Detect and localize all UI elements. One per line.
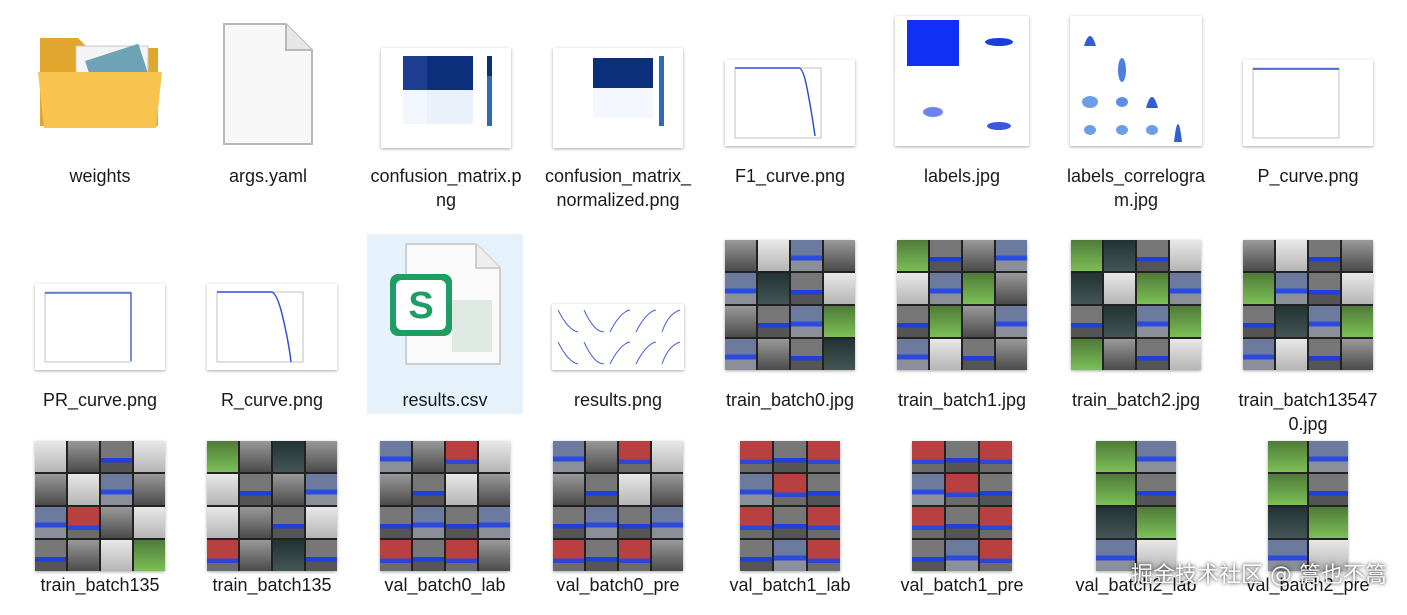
file-label: results.png: [573, 390, 663, 410]
file-label: train_batch135470.jpg: [1238, 390, 1378, 434]
file-label: train_batch135: [40, 575, 160, 595]
file-label: F1_curve.png: [734, 166, 846, 186]
svg-text:S: S: [408, 285, 433, 327]
file-label: confusion_matrix.png: [370, 166, 522, 210]
file-label: val_batch1_lab: [729, 575, 851, 595]
file-label: results.csv: [402, 390, 488, 410]
train-batch135-b-thumbnail: [207, 441, 337, 571]
val-batch0-pre-thumbnail: [553, 441, 683, 571]
file-label: val_batch0_lab: [384, 575, 506, 595]
file-label: val_batch2_lab: [1075, 575, 1197, 595]
val-batch1-pre-thumbnail: [912, 441, 1012, 571]
file-label: val_batch1_pre: [900, 575, 1024, 595]
file-item-results[interactable]: results.png: [540, 234, 696, 414]
file-item-train-batch135470[interactable]: train_batch135470.jpg: [1230, 234, 1386, 434]
file-label: labels.jpg: [923, 166, 1001, 186]
train-batch1-thumbnail: [897, 240, 1027, 370]
file-item-train-batch135-a[interactable]: train_batch135: [22, 435, 178, 615]
file-label: labels_correlogram.jpg: [1066, 166, 1206, 210]
generic-file-icon: [223, 23, 313, 145]
file-item-f1-curve[interactable]: F1_curve.png: [712, 10, 868, 190]
file-item-confusion-matrix-normalized[interactable]: confusion_matrix_normalized.png: [540, 10, 696, 210]
file-item-args-yaml[interactable]: args.yaml: [190, 10, 346, 190]
train-batch2-thumbnail: [1071, 240, 1201, 370]
file-label: P_curve.png: [1257, 166, 1359, 186]
file-label: train_batch2.jpg: [1071, 390, 1201, 410]
train-batch135470-thumbnail: [1243, 240, 1373, 370]
file-item-val-batch1-lab[interactable]: val_batch1_lab: [712, 435, 868, 615]
file-label: train_batch0.jpg: [725, 390, 855, 410]
file-label: confusion_matrix_normalized.png: [544, 166, 692, 210]
file-item-val-batch0-pre[interactable]: val_batch0_pre: [540, 435, 696, 615]
file-label: val_batch2_pre: [1246, 575, 1370, 595]
file-label: val_batch0_pre: [556, 575, 680, 595]
f1-curve-thumbnail: [725, 60, 855, 146]
file-item-p-curve[interactable]: P_curve.png: [1230, 10, 1386, 190]
file-label: train_batch135: [212, 575, 332, 595]
file-label: PR_curve.png: [42, 390, 158, 410]
file-item-val-batch0-lab[interactable]: val_batch0_lab: [367, 435, 523, 615]
file-item-labels-correlogram[interactable]: labels_correlogram.jpg: [1058, 10, 1214, 210]
r-curve-thumbnail: [207, 284, 337, 370]
file-item-pr-curve[interactable]: PR_curve.png: [22, 234, 178, 414]
results-thumbnail: [552, 304, 684, 370]
file-item-train-batch0[interactable]: train_batch0.jpg: [712, 234, 868, 414]
p-curve-thumbnail: [1243, 60, 1373, 146]
train-batch0-thumbnail: [725, 240, 855, 370]
file-item-confusion-matrix[interactable]: confusion_matrix.png: [368, 10, 524, 210]
file-item-results-csv[interactable]: S results.csv: [367, 234, 523, 414]
confusion-matrix-normalized-thumbnail: [553, 48, 683, 148]
file-label: train_batch1.jpg: [897, 390, 1027, 410]
val-batch0-lab-thumbnail: [380, 441, 510, 571]
labels-correlogram-thumbnail: [1070, 16, 1202, 146]
labels-thumbnail: [895, 16, 1029, 146]
file-item-val-batch2-pre[interactable]: val_batch2_pre: [1230, 435, 1386, 615]
file-item-train-batch135-b[interactable]: train_batch135: [194, 435, 350, 615]
file-item-weights[interactable]: weights: [22, 10, 178, 190]
pr-curve-thumbnail: [35, 284, 165, 370]
spreadsheet-icon: S: [390, 243, 501, 365]
file-label: args.yaml: [228, 166, 308, 186]
file-item-val-batch1-pre[interactable]: val_batch1_pre: [884, 435, 1040, 615]
file-item-val-batch2-lab[interactable]: val_batch2_lab: [1058, 435, 1214, 615]
file-item-train-batch2[interactable]: train_batch2.jpg: [1058, 234, 1214, 414]
file-item-r-curve[interactable]: R_curve.png: [194, 234, 350, 414]
val-batch2-lab-thumbnail: [1096, 441, 1176, 571]
file-item-labels[interactable]: labels.jpg: [884, 10, 1040, 190]
folder-icon: [38, 38, 162, 128]
file-item-train-batch1[interactable]: train_batch1.jpg: [884, 234, 1040, 414]
val-batch2-pre-thumbnail: [1268, 441, 1348, 571]
file-grid: weights args.yaml confusion_matrix.png c…: [0, 0, 1407, 609]
file-label: R_curve.png: [220, 390, 324, 410]
confusion-matrix-thumbnail: [381, 48, 511, 148]
val-batch1-lab-thumbnail: [740, 441, 840, 571]
train-batch135-a-thumbnail: [35, 441, 165, 571]
file-label: weights: [69, 166, 131, 186]
